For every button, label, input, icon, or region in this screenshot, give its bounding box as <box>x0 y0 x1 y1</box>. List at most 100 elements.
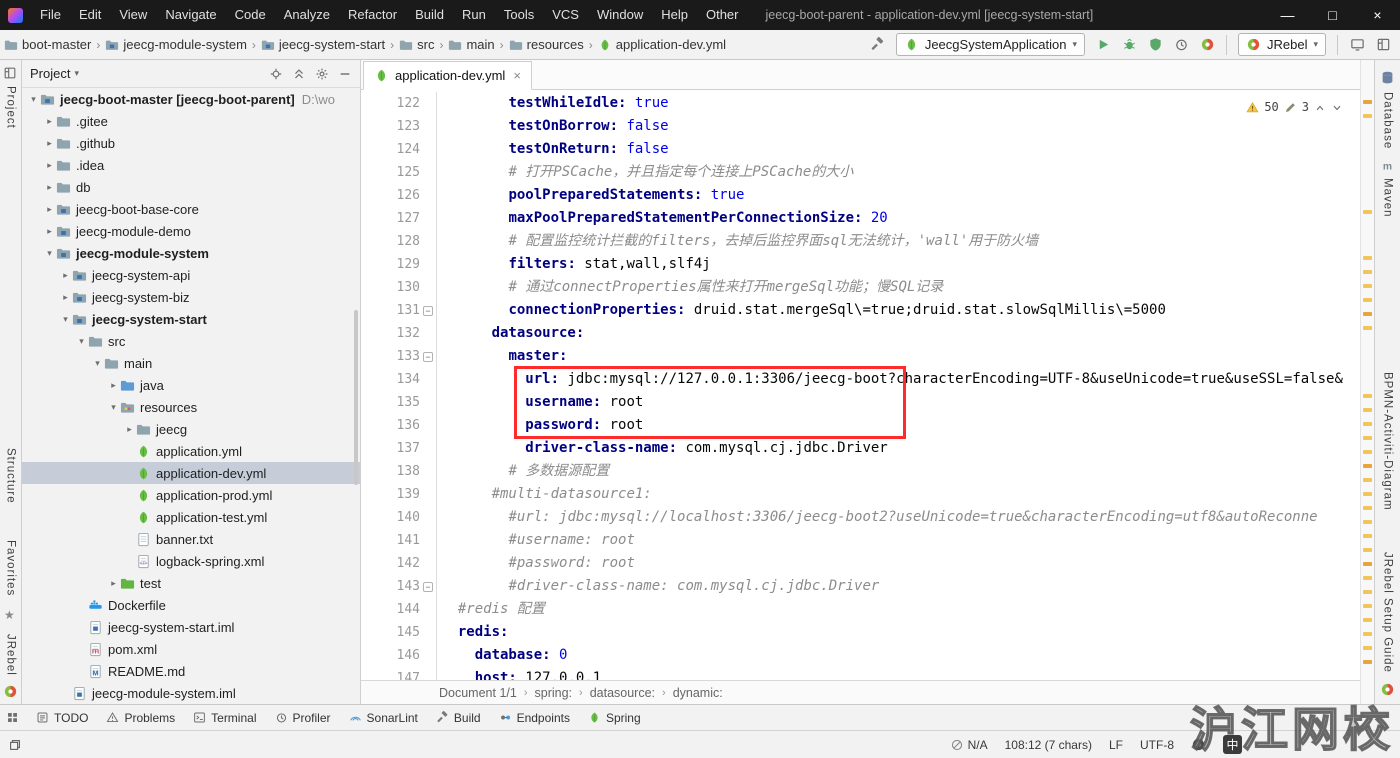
code-line-133[interactable]: 133− master: <box>361 345 1360 368</box>
warning-stripe-mark[interactable] <box>1363 604 1372 608</box>
stripe-database[interactable]: Database <box>1382 92 1394 149</box>
warning-stripe-mark[interactable] <box>1363 114 1372 118</box>
tree-item-jeecg-module-system-iml[interactable]: jeecg-module-system.iml <box>22 682 360 704</box>
breadcrumb-application-dev-yml[interactable]: application-dev.yml <box>596 37 728 52</box>
code-line-140[interactable]: 140 #url: jdbc:mysql://localhost:3306/je… <box>361 506 1360 529</box>
layout-button[interactable] <box>1370 33 1396 57</box>
warning-stripe-mark[interactable] <box>1363 450 1372 454</box>
tree-item-dockerfile[interactable]: Dockerfile <box>22 594 360 616</box>
warning-stripe-mark[interactable] <box>1363 422 1372 426</box>
chevron-down-icon[interactable]: ▾ <box>43 248 56 259</box>
file-encoding[interactable]: UTF-8 <box>1140 738 1174 752</box>
inspections-widget[interactable]: 50 3 <box>1243 95 1346 120</box>
jrebel-setup-icon[interactable] <box>1380 682 1395 697</box>
stripe-jrebel[interactable]: JRebel <box>5 634 17 676</box>
chevron-right-icon[interactable]: ▸ <box>43 138 56 149</box>
menu-navigate[interactable]: Navigate <box>156 0 225 30</box>
code-line-125[interactable]: 125 # 打开PSCache，并且指定每个连接上PSCache的大小 <box>361 161 1360 184</box>
chevron-down-icon[interactable]: ▾ <box>75 336 88 347</box>
stripe-maven[interactable]: Maven <box>1382 178 1394 218</box>
menu-tools[interactable]: Tools <box>495 0 543 30</box>
status-circle-icon[interactable] <box>1191 737 1206 752</box>
editor-crumb-spring-[interactable]: spring: <box>535 686 573 700</box>
code-line-128[interactable]: 128 # 配置监控统计拦截的filters，去掉后监控界面sql无法统计，'w… <box>361 230 1360 253</box>
tree-item-resources[interactable]: ▾ resources <box>22 396 360 418</box>
warning-stripe-mark[interactable] <box>1363 632 1372 636</box>
toolwindow-problems[interactable]: Problems <box>99 707 182 729</box>
stripe-jrebel-setup-guide[interactable]: JRebel Setup Guide <box>1382 552 1394 673</box>
fold-marker-icon[interactable]: − <box>423 582 433 592</box>
project-toolwindow-icon[interactable] <box>3 66 17 80</box>
menu-run[interactable]: Run <box>453 0 495 30</box>
error-stripe[interactable] <box>1360 60 1374 704</box>
tree-item-main[interactable]: ▾ main <box>22 352 360 374</box>
tree-item-jeecg-module-demo[interactable]: ▸ jeecg-module-demo <box>22 220 360 242</box>
breadcrumb-src[interactable]: src <box>397 37 436 52</box>
fold-marker-icon[interactable]: − <box>423 306 433 316</box>
tree-item--gitee[interactable]: ▸ .gitee <box>22 110 360 132</box>
tab-close-icon[interactable]: × <box>513 68 521 83</box>
warning-stripe-mark[interactable] <box>1363 256 1372 260</box>
play-button[interactable] <box>1090 33 1116 57</box>
menu-analyze[interactable]: Analyze <box>275 0 339 30</box>
code-line-141[interactable]: 141 #username: root <box>361 529 1360 552</box>
chevron-down-icon[interactable] <box>1331 102 1343 114</box>
chevron-right-icon[interactable]: ▸ <box>43 226 56 237</box>
menu-help[interactable]: Help <box>652 0 697 30</box>
tree-item-pom-xml[interactable]: m pom.xml <box>22 638 360 660</box>
code-line-131[interactable]: 131− connectionProperties: druid.stat.me… <box>361 299 1360 322</box>
warning-stripe-mark[interactable] <box>1363 590 1372 594</box>
breadcrumb-jeecg-system-start[interactable]: jeecg-system-start <box>259 37 387 52</box>
tree-item-logback-spring-xml[interactable]: </> logback-spring.xml <box>22 550 360 572</box>
tree-item-jeecg-boot-master-jeecg-boot-parent-[interactable]: ▾ jeecg-boot-master [jeecg-boot-parent] D:… <box>22 88 360 110</box>
warning-stripe-mark[interactable] <box>1363 646 1372 650</box>
tree-item-test[interactable]: ▸ test <box>22 572 360 594</box>
maximize-button[interactable]: □ <box>1310 0 1355 30</box>
menu-build[interactable]: Build <box>406 0 453 30</box>
hide-panel-icon[interactable] <box>338 67 352 81</box>
warning-stripe-mark[interactable] <box>1363 534 1372 538</box>
warning-stripe-mark[interactable] <box>1363 492 1372 496</box>
profiler-button[interactable] <box>1168 33 1194 57</box>
tree-item--idea[interactable]: ▸ .idea <box>22 154 360 176</box>
code-line-146[interactable]: 146 database: 0 <box>361 644 1360 667</box>
code-line-132[interactable]: 132 datasource: <box>361 322 1360 345</box>
warning-stripe-mark[interactable] <box>1363 660 1372 664</box>
tree-item-jeecg-system-start-iml[interactable]: jeecg-system-start.iml <box>22 616 360 638</box>
menu-refactor[interactable]: Refactor <box>339 0 406 30</box>
code-line-123[interactable]: 123 testOnBorrow: false <box>361 115 1360 138</box>
code-line-144[interactable]: 144 #redis 配置 <box>361 598 1360 621</box>
chevron-down-icon[interactable]: ▾ <box>91 358 104 369</box>
caret-position[interactable]: 108:12 (7 chars) <box>1005 738 1092 752</box>
code-line-136[interactable]: 136 password: root <box>361 414 1360 437</box>
code-line-137[interactable]: 137 driver-class-name: com.mysql.cj.jdbc… <box>361 437 1360 460</box>
editor-crumb-document-1-1[interactable]: Document 1/1 <box>439 686 517 700</box>
chevron-right-icon[interactable]: ▸ <box>43 182 56 193</box>
menu-other[interactable]: Other <box>697 0 748 30</box>
warning-stripe-mark[interactable] <box>1363 326 1372 330</box>
tree-item-jeecg-boot-base-core[interactable]: ▸ jeecg-boot-base-core <box>22 198 360 220</box>
jrebel-select[interactable]: JRebel ▾ <box>1238 33 1326 56</box>
editor-crumb-dynamic-[interactable]: dynamic: <box>673 686 723 700</box>
warning-stripe-mark[interactable] <box>1363 478 1372 482</box>
fold-marker-icon[interactable]: − <box>423 352 433 362</box>
warning-stripe-mark[interactable] <box>1363 506 1372 510</box>
tree-item-jeecg[interactable]: ▸ jeecg <box>22 418 360 440</box>
tree-item--github[interactable]: ▸ .github <box>22 132 360 154</box>
breadcrumb-boot-master[interactable]: boot-master <box>2 37 93 52</box>
database-icon[interactable] <box>1380 70 1395 85</box>
toolwindow-terminal[interactable]: Terminal <box>186 707 263 729</box>
tree-item-db[interactable]: ▸ db <box>22 176 360 198</box>
build-hammer-icon[interactable] <box>865 33 891 57</box>
code-line-147[interactable]: 147 host: 127.0.0.1 <box>361 667 1360 680</box>
warning-stripe-mark[interactable] <box>1363 576 1372 580</box>
tree-item-src[interactable]: ▾ src <box>22 330 360 352</box>
screen-button[interactable] <box>1344 33 1370 57</box>
tree-item-java[interactable]: ▸ java <box>22 374 360 396</box>
code-line-130[interactable]: 130 # 通过connectProperties属性来打开mergeSql功能… <box>361 276 1360 299</box>
chevron-down-icon[interactable]: ▾ <box>27 94 40 105</box>
tree-scrollbar[interactable] <box>354 310 358 485</box>
warning-stripe-mark[interactable] <box>1363 548 1372 552</box>
toolwindow-build[interactable]: Build <box>429 707 488 729</box>
chevron-down-icon[interactable]: ▾ <box>107 402 120 413</box>
